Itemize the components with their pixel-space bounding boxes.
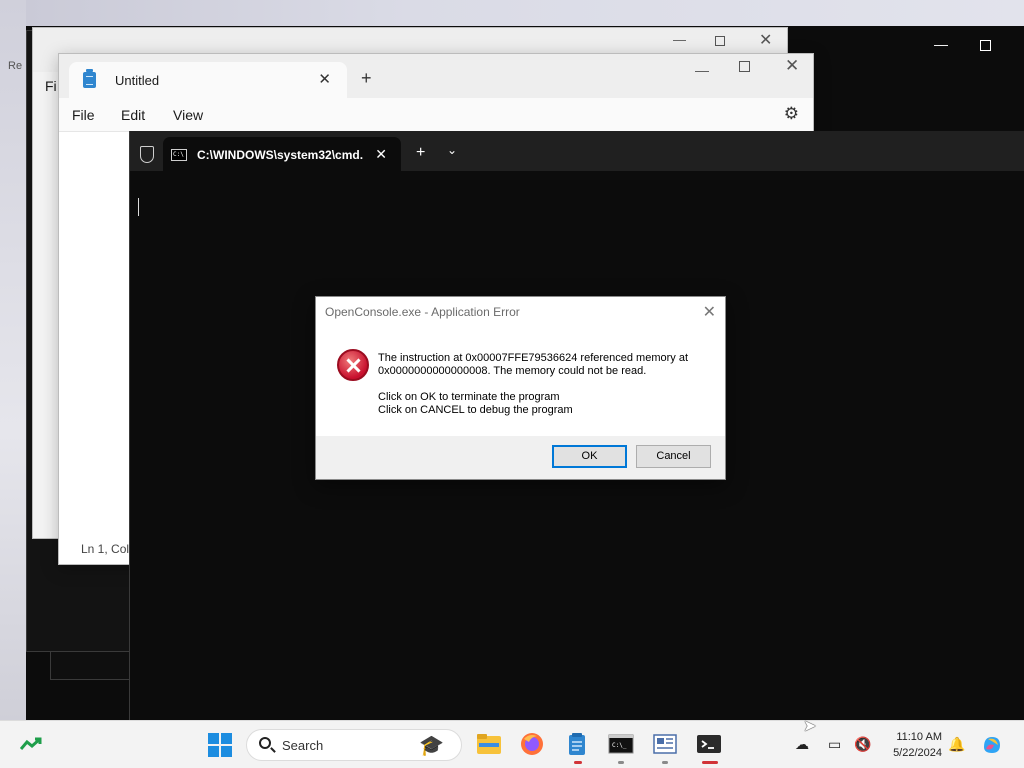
notepad-tab-title: Untitled — [115, 73, 160, 88]
search-icon — [259, 737, 271, 749]
copilot-icon[interactable] — [980, 733, 1004, 757]
background-window-frame-2 — [50, 652, 130, 680]
notepad-icon — [83, 69, 96, 88]
menu-edit[interactable]: Edit — [121, 107, 145, 123]
minimize-icon[interactable]: — — [673, 32, 686, 47]
dialog-footer: OK Cancel — [316, 436, 725, 479]
taskbar: Search 🎓 C:\_ ☁ ▭ 🔇 11:10 AM 5/22/2024 🔔 — [0, 720, 1024, 768]
svg-text:C:\_: C:\_ — [612, 742, 627, 749]
desktop-background-top — [0, 0, 1024, 26]
notepad-back-menu-file[interactable]: Fi — [45, 78, 57, 94]
menu-file[interactable]: File — [72, 107, 95, 123]
notepad-tabbar: Untitled ✕ + — ✕ — [59, 54, 813, 98]
start-button[interactable] — [208, 733, 232, 757]
desktop-background-left: Re — [0, 0, 26, 720]
error-icon — [337, 349, 369, 381]
maximize-icon[interactable] — [739, 61, 750, 72]
network-icon[interactable]: ▭ — [828, 736, 841, 753]
desktop-icon-label: Re — [8, 60, 23, 72]
clock-time: 11:10 AM — [896, 731, 942, 743]
terminal-taskbar-icon[interactable] — [696, 731, 722, 757]
graduation-cap-icon: 🎓 — [419, 735, 444, 757]
text-cursor — [138, 198, 139, 216]
close-tab-icon[interactable]: ✕ — [375, 146, 387, 163]
cancel-button[interactable]: Cancel — [636, 445, 711, 468]
menu-view[interactable]: View — [173, 107, 203, 123]
chevron-down-icon[interactable]: ⌄ — [447, 143, 457, 157]
message-line: The instruction at 0x00007FFE79536624 re… — [378, 352, 689, 364]
minimize-icon[interactable]: — — [934, 36, 948, 52]
cloud-offline-icon[interactable]: ☁ — [795, 736, 809, 753]
dialog-title: OpenConsole.exe - Application Error — [325, 305, 520, 319]
running-indicator — [662, 761, 668, 764]
close-icon[interactable]: ✕ — [785, 56, 799, 76]
shield-icon — [140, 146, 154, 163]
close-icon[interactable]: ✕ — [759, 30, 772, 50]
windows-logo-quad — [221, 733, 232, 744]
message-line: Click on OK to terminate the program — [378, 391, 560, 403]
close-icon[interactable]: ✕ — [703, 302, 716, 322]
notepad-menubar: File Edit View ⚙ — [59, 98, 813, 132]
mouse-pointer-icon: ➤ — [803, 718, 817, 735]
taskbar-clock[interactable]: 11:10 AM 5/22/2024 — [884, 729, 942, 761]
new-tab-icon[interactable]: + — [361, 68, 372, 89]
notification-bell-icon[interactable]: 🔔 — [948, 736, 965, 753]
message-line: 0x0000000000000008. The memory could not… — [378, 365, 647, 377]
terminal-tab-title: C:\WINDOWS\system32\cmd. — [197, 148, 364, 162]
dialog-message: The instruction at 0x00007FFE79536624 re… — [378, 352, 688, 417]
file-explorer-icon[interactable] — [476, 731, 502, 757]
new-tab-icon[interactable]: + — [416, 144, 425, 162]
windows-logo-quad — [208, 746, 219, 757]
widgets-icon[interactable] — [20, 737, 44, 751]
gear-icon[interactable]: ⚙ — [784, 104, 799, 124]
running-indicator — [702, 761, 718, 764]
ok-button[interactable]: OK — [552, 445, 627, 468]
command-prompt-icon[interactable]: C:\_ — [608, 731, 634, 757]
application-error-dialog: OpenConsole.exe - Application Error ✕ Th… — [315, 296, 726, 480]
running-indicator — [574, 761, 582, 764]
minimize-icon[interactable]: — — [695, 62, 709, 78]
search-placeholder: Search — [282, 738, 324, 753]
volume-muted-icon[interactable]: 🔇 — [854, 736, 871, 753]
maximize-icon[interactable] — [980, 40, 991, 51]
terminal-tabbar: C:\ C:\WINDOWS\system32\cmd. ✕ + ⌄ — [130, 131, 1024, 171]
windows-logo-quad — [221, 746, 232, 757]
maximize-icon[interactable] — [715, 36, 725, 46]
terminal-tab[interactable]: C:\ C:\WINDOWS\system32\cmd. ✕ — [163, 137, 401, 171]
close-tab-icon[interactable]: ✕ — [318, 70, 331, 88]
status-bar-position: Ln 1, Col — [81, 542, 130, 556]
message-line: Click on CANCEL to debug the program — [378, 404, 573, 416]
news-icon[interactable] — [652, 731, 678, 757]
notepad-tab[interactable]: Untitled ✕ — [69, 62, 347, 98]
cmd-icon: C:\ — [171, 149, 187, 161]
taskbar-search[interactable]: Search 🎓 — [246, 729, 462, 761]
notepad-taskbar-icon[interactable] — [564, 731, 590, 757]
running-indicator — [618, 761, 624, 764]
firefox-icon[interactable] — [519, 731, 545, 757]
clock-date: 5/22/2024 — [893, 747, 942, 759]
windows-logo-quad — [208, 733, 219, 744]
